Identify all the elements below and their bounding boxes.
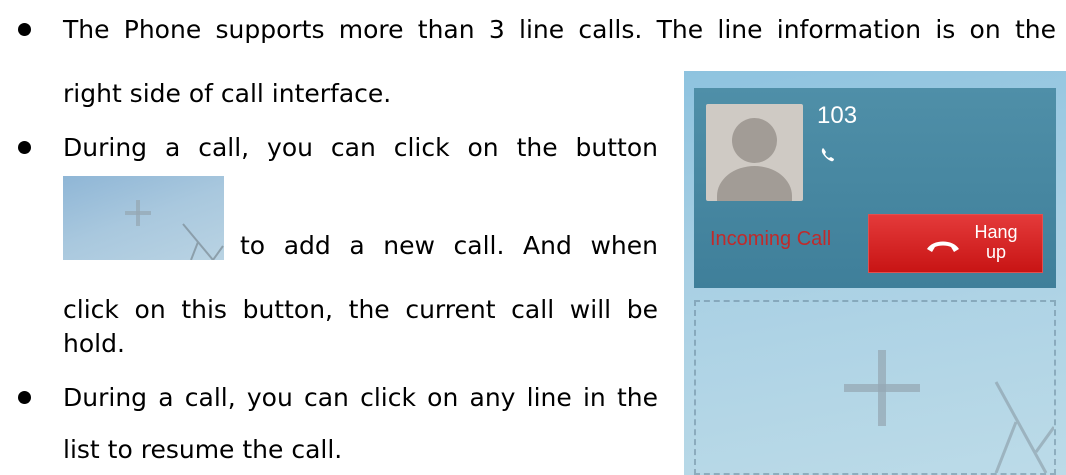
bullet-1-line-2: right side of call interface. <box>63 79 392 108</box>
caller-number: 103 <box>817 102 858 129</box>
hangup-button[interactable]: Hang up <box>868 214 1043 273</box>
active-call-card[interactable]: 103 Incoming Call Hang up <box>694 88 1056 288</box>
add-call-button-image <box>63 176 224 260</box>
bullet-2 <box>18 141 31 154</box>
bullet-3-line-1: During a call, you can click on any line… <box>63 383 658 412</box>
bullet-3-line-2: list to resume the call. <box>63 435 343 464</box>
hangup-icon <box>927 241 959 252</box>
bullet-1-line-1: The Phone supports more than 3 line call… <box>63 15 1056 44</box>
bullet-2-line-1: During a call, you can click on the butt… <box>63 133 658 162</box>
branch-decoration <box>994 381 1054 473</box>
bullet-2-line-3: click on this button, the current call w… <box>63 295 658 324</box>
bullet-2-line-4: hold. <box>63 329 125 358</box>
bullet-2-line-2: to add a new call. And when <box>240 231 658 260</box>
bullet-1 <box>18 23 31 36</box>
bullet-3 <box>18 391 31 404</box>
add-new-call-button[interactable] <box>694 300 1056 475</box>
branch-decoration <box>182 223 224 260</box>
hangup-label: Hang up <box>974 222 1018 262</box>
avatar-icon <box>706 104 803 201</box>
phone-call-screen: 103 Incoming Call Hang up <box>684 71 1066 475</box>
phone-icon <box>821 148 834 162</box>
call-status: Incoming Call <box>710 228 832 250</box>
